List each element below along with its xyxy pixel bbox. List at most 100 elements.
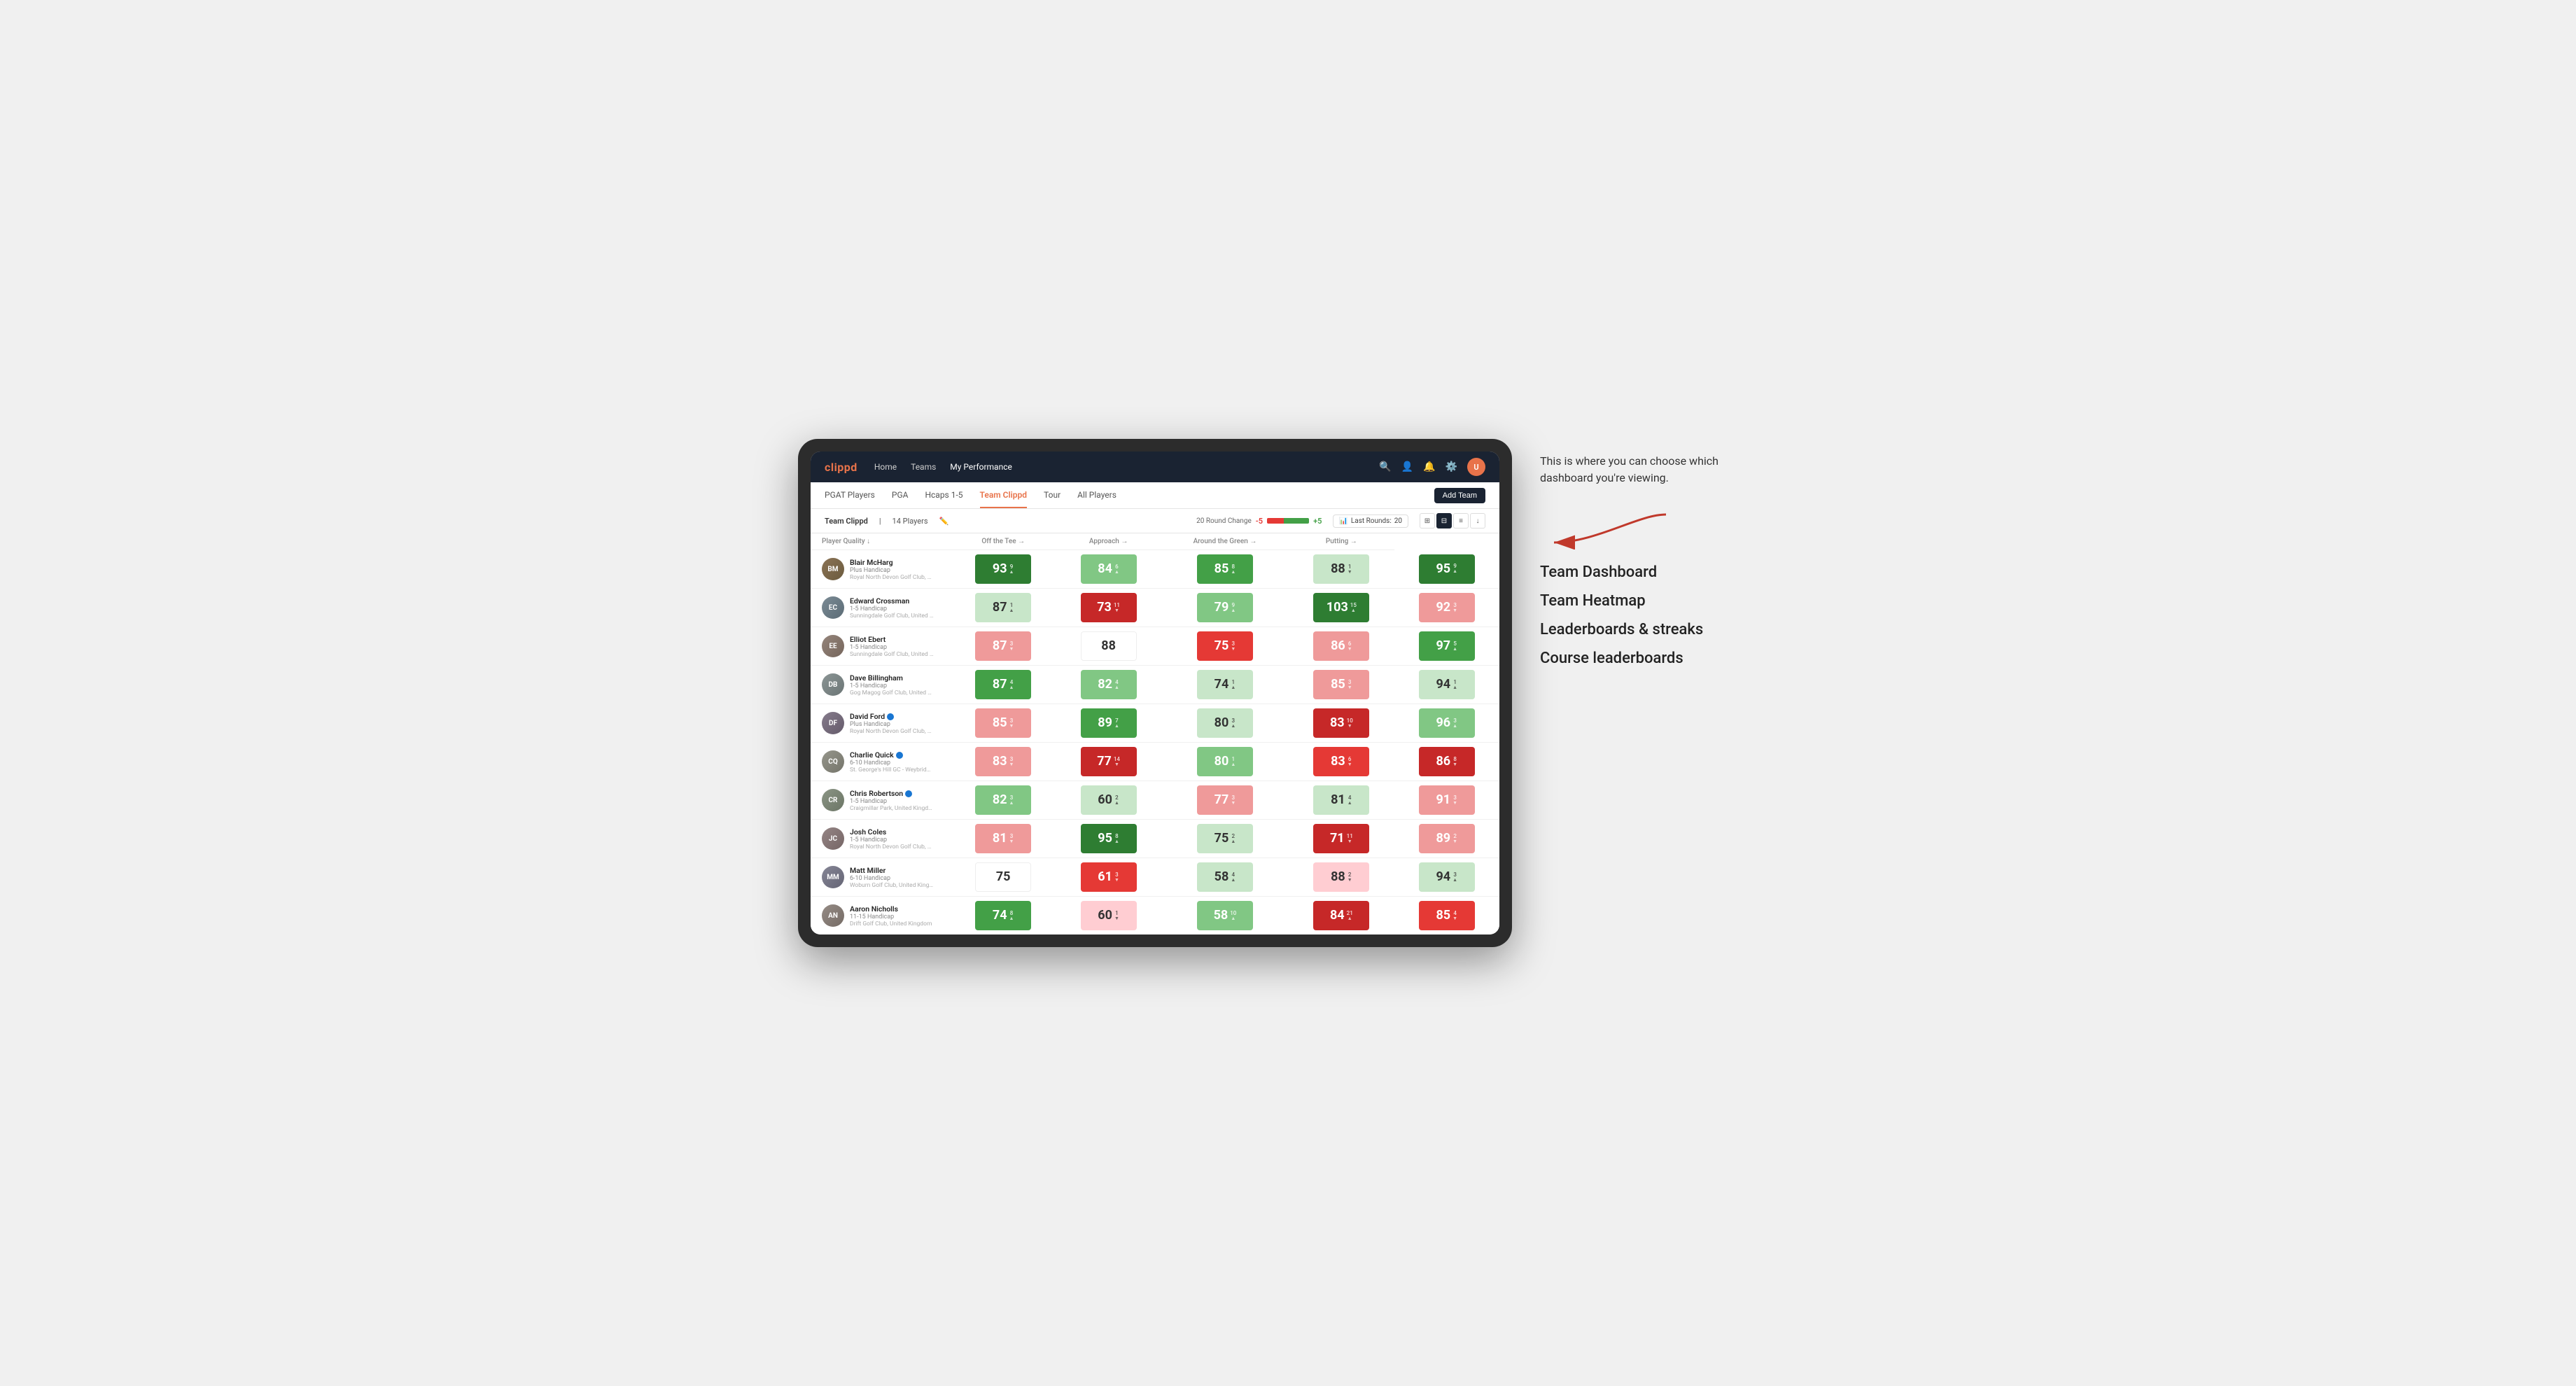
score-delta: 21▲: [1347, 911, 1353, 921]
col-header-approach[interactable]: Approach →: [1056, 533, 1161, 550]
score-delta: 2▼: [1452, 834, 1457, 844]
score-box: 836▼: [1313, 747, 1369, 776]
players-table: Player Quality ↓ Off the Tee → Approach …: [811, 533, 1499, 934]
table-row[interactable]: MMMatt Miller6-10 HandicapWoburn Golf Cl…: [811, 858, 1499, 897]
score-value: 74: [993, 909, 1007, 922]
score-box: 752▲: [1197, 824, 1253, 853]
table-row[interactable]: CRChris Robertson1-5 HandicapCraigmillar…: [811, 781, 1499, 820]
last-rounds-button[interactable]: 📊 Last Rounds: 20: [1333, 514, 1408, 528]
table-row[interactable]: DFDavid FordPlus HandicapRoyal North Dev…: [811, 704, 1499, 743]
col-header-around-green[interactable]: Around the Green →: [1161, 533, 1289, 550]
score-cell: 892▼: [1394, 820, 1499, 858]
score-box: 748▲: [975, 901, 1031, 930]
table-view-button[interactable]: ≡: [1453, 513, 1469, 528]
nav-my-performance[interactable]: My Performance: [950, 461, 1012, 473]
add-team-button[interactable]: Add Team: [1434, 488, 1485, 503]
score-delta: 3▼: [1231, 641, 1236, 652]
player-avatar: DF: [822, 712, 844, 734]
score-cell: 853▼: [1289, 666, 1394, 704]
score-value: 83: [993, 755, 1007, 768]
score-box: 913▼: [1419, 785, 1475, 815]
grid-view-button[interactable]: ⊞: [1420, 513, 1435, 528]
player-cell: ECEdward Crossman1-5 HandicapSunningdale…: [811, 592, 951, 624]
search-icon[interactable]: 🔍: [1379, 461, 1391, 472]
subnav-pga[interactable]: PGA: [892, 482, 909, 508]
table-row[interactable]: JCJosh Coles1-5 HandicapRoyal North Devo…: [811, 820, 1499, 858]
option-leaderboards[interactable]: Leaderboards & streaks: [1540, 621, 1778, 638]
change-neg: -5: [1256, 517, 1263, 526]
player-handicap: Plus Handicap: [850, 721, 934, 728]
avatar[interactable]: U: [1467, 458, 1485, 476]
score-cell: 881▼: [1289, 550, 1394, 589]
score-value: 61: [1098, 871, 1112, 883]
subnav-all-players[interactable]: All Players: [1077, 482, 1116, 508]
option-team-heatmap[interactable]: Team Heatmap: [1540, 592, 1778, 610]
subnav-team-clippd[interactable]: Team Clippd: [980, 482, 1027, 508]
nav-links: Home Teams My Performance: [874, 461, 1362, 473]
option-team-dashboard[interactable]: Team Dashboard: [1540, 564, 1778, 581]
col-header-off-tee[interactable]: Off the Tee →: [951, 533, 1056, 550]
col-header-putting[interactable]: Putting →: [1289, 533, 1394, 550]
score-value: 83: [1331, 755, 1345, 768]
table-row[interactable]: ANAaron Nicholls11-15 HandicapDrift Golf…: [811, 897, 1499, 935]
score-delta: 2▼: [1348, 872, 1352, 883]
table-row[interactable]: CQCharlie Quick6-10 HandicapSt. George's…: [811, 743, 1499, 781]
change-pos: +5: [1313, 517, 1322, 526]
subnav-pgat[interactable]: PGAT Players: [825, 482, 875, 508]
nav-home[interactable]: Home: [874, 461, 897, 473]
score-delta: 3▼: [1009, 641, 1014, 652]
score-cell: 88: [1056, 627, 1161, 666]
score-delta: 3▲: [1452, 872, 1457, 883]
tablet-frame: clippd Home Teams My Performance 🔍 👤 🔔 ⚙…: [798, 439, 1512, 947]
player-handicap: 1-5 Handicap: [850, 682, 934, 690]
score-box: 10315▲: [1313, 593, 1369, 622]
score-cell: 882▼: [1289, 858, 1394, 897]
score-value: 77: [1214, 794, 1229, 806]
score-value: 75: [996, 871, 1011, 883]
annotation-text: This is where you can choose which dashb…: [1540, 453, 1722, 486]
table-row[interactable]: ECEdward Crossman1-5 HandicapSunningdale…: [811, 589, 1499, 627]
col-header-player[interactable]: Player Quality ↓: [811, 533, 951, 550]
bell-icon[interactable]: 🔔: [1423, 461, 1435, 472]
table-row[interactable]: DBDave Billingham1-5 HandicapGog Magog G…: [811, 666, 1499, 704]
user-icon[interactable]: 👤: [1401, 461, 1413, 472]
score-box: 892▼: [1419, 824, 1475, 853]
settings-icon[interactable]: ⚙️: [1446, 461, 1457, 472]
table-row[interactable]: BMBlair McHargPlus HandicapRoyal North D…: [811, 550, 1499, 589]
score-value: 81: [993, 832, 1007, 845]
table-row[interactable]: EEElliot Ebert1-5 HandicapSunningdale Go…: [811, 627, 1499, 666]
player-club: Sunningdale Golf Club, United Kingdom: [850, 651, 934, 658]
score-cell: 913▼: [1394, 781, 1499, 820]
score-cell: 752▲: [1161, 820, 1289, 858]
score-value: 74: [1214, 678, 1229, 691]
score-box: 871▲: [975, 593, 1031, 622]
player-cell: BMBlair McHargPlus HandicapRoyal North D…: [811, 554, 951, 585]
player-handicap: 1-5 Handicap: [850, 644, 934, 651]
player-club: Craigmillar Park, United Kingdom: [850, 805, 934, 812]
arrow-container: [1540, 507, 1778, 550]
score-delta: 3▲: [1231, 718, 1236, 729]
player-club: St. George's Hill GC - Weybridge - Surre…: [850, 766, 934, 774]
nav-teams[interactable]: Teams: [911, 461, 936, 473]
score-value: 89: [1436, 832, 1450, 845]
heatmap-view-button[interactable]: ⊟: [1436, 513, 1452, 528]
player-avatar: CQ: [822, 750, 844, 773]
score-value: 85: [993, 717, 1007, 729]
export-button[interactable]: ↓: [1470, 513, 1485, 528]
player-avatar: DB: [822, 673, 844, 696]
nav-actions: 🔍 👤 🔔 ⚙️ U: [1379, 458, 1485, 476]
subnav-tour[interactable]: Tour: [1044, 482, 1060, 508]
subnav-hcaps[interactable]: Hcaps 1-5: [925, 482, 962, 508]
score-value: 75: [1214, 640, 1229, 652]
score-value: 82: [1098, 678, 1112, 691]
player-cell: DBDave Billingham1-5 HandicapGog Magog G…: [811, 669, 951, 701]
score-box: 854▼: [1419, 901, 1475, 930]
player-handicap: 1-5 Handicap: [850, 836, 934, 844]
player-handicap: 6-10 Handicap: [850, 875, 934, 882]
edit-icon[interactable]: ✏️: [939, 517, 949, 526]
option-course-leaderboards[interactable]: Course leaderboards: [1540, 650, 1778, 667]
player-cell: ANAaron Nicholls11-15 HandicapDrift Golf…: [811, 900, 951, 932]
score-cell: 584▲: [1161, 858, 1289, 897]
score-box: 88: [1081, 631, 1137, 661]
player-handicap: 1-5 Handicap: [850, 606, 934, 612]
